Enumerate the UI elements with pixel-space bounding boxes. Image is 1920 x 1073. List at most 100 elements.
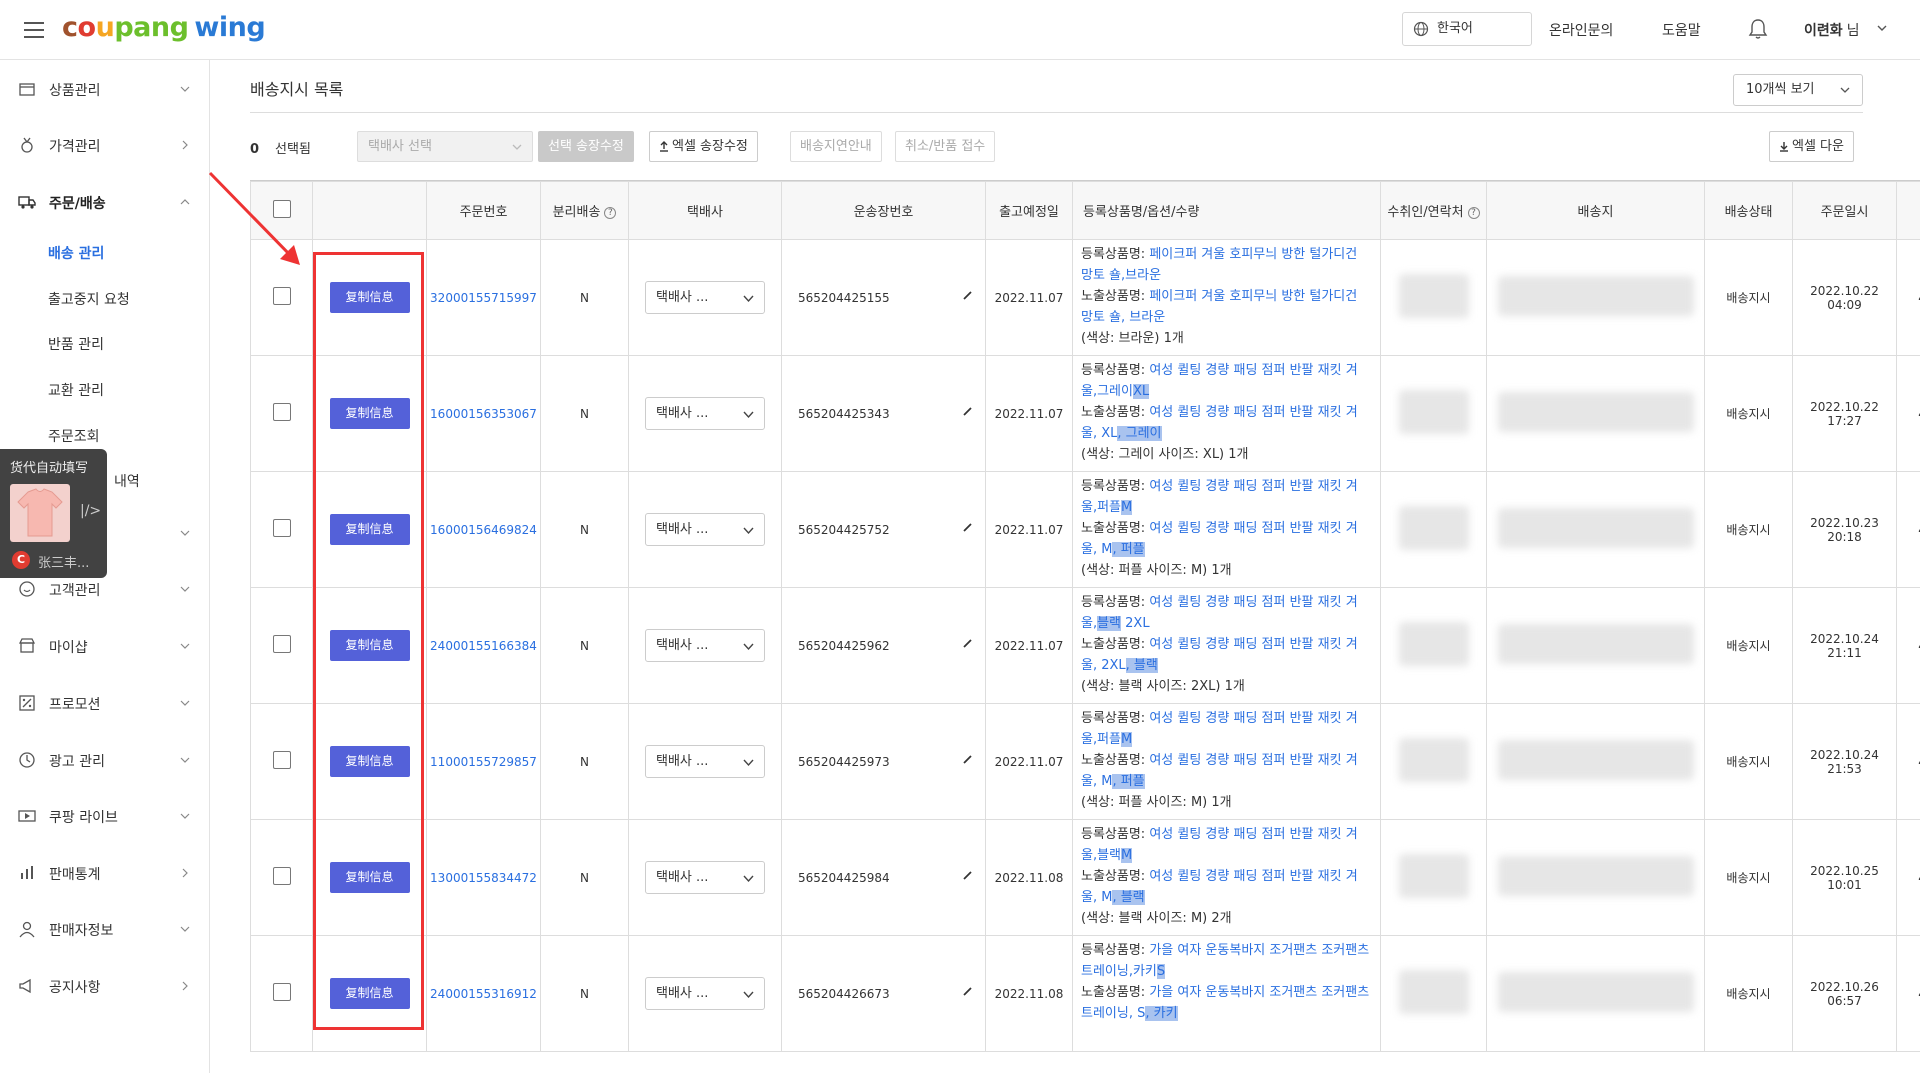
auto-fill-widget[interactable]: 货代自动填写 |/> C 张三丰... [0,449,107,578]
sidebar-item-sales-stats[interactable]: 판매통계 [0,853,209,893]
sidebar-sub-stop-shipment[interactable]: 출고중지 요청 [48,289,130,309]
sidebar-sub-history[interactable]: 내역 [114,471,140,491]
carrier-select[interactable]: 택배사 선택 [357,131,533,162]
order-date-cell: 2022.10.25 10:01 [1792,819,1897,936]
carrier-dropdown[interactable]: 택배사 ... [645,281,765,314]
chevron-down-icon [743,411,754,419]
row-checkbox[interactable] [272,635,291,653]
carrier-dropdown[interactable]: 택배사 ... [645,745,765,778]
carrier-cell: 택배사 ... [628,587,782,704]
row-checkbox[interactable] [272,983,291,1001]
recipient-cell [1380,355,1487,472]
pencil-icon[interactable] [962,986,973,997]
sidebar-sub-returns[interactable]: 반품 관리 [48,334,104,354]
excel-edit-waybill-button[interactable]: 엑셀 송장수정 [649,131,758,162]
user-menu[interactable]: 이련화 님 [1804,20,1860,40]
sidebar-item-products[interactable]: 상품관리 [0,69,209,109]
bundle-cell: 4076 [1896,239,1920,356]
bell-icon[interactable] [1748,18,1768,40]
order-number-link[interactable]: 11000155729857 [430,755,537,769]
per-page-select[interactable]: 10개씩 보기 [1733,74,1863,106]
select-cell [250,471,313,588]
sidebar-item-notice[interactable]: 공지사항 [0,966,209,1006]
carrier-dropdown[interactable]: 택배사 ... [645,513,765,546]
help-icon[interactable]: ? [1467,206,1480,219]
box-icon [19,83,35,96]
recipient-cell [1380,935,1487,1052]
cancel-return-button[interactable]: 취소/반품 접수 [895,131,996,162]
header-waybill: 운송장번호 [781,181,986,240]
carrier-dropdown[interactable]: 택배사 ... [645,629,765,662]
order-number-link[interactable]: 24000155316912 [430,987,537,1001]
row-checkbox[interactable] [272,403,291,421]
pencil-icon[interactable] [962,406,973,417]
sidebar-item-seller-info[interactable]: 판매자정보 [0,909,209,949]
help-link[interactable]: 도움말 [1662,20,1701,40]
sidebar-item-promotion[interactable]: 프로모션 [0,683,209,723]
truck-icon [18,196,36,209]
pencil-icon[interactable] [962,522,973,533]
order-date-cell: 2022.10.23 20:18 [1792,471,1897,588]
sidebar-item-order-shipping[interactable]: 주문/배송 [0,182,209,222]
delay-notice-button[interactable]: 배송지연안내 [790,131,882,162]
sidebar-sub-exchanges[interactable]: 교환 관리 [48,380,104,400]
chevron-down-icon [1840,87,1850,93]
sidebar-item-ads[interactable]: 광고 관리 [0,740,209,780]
order-number-link[interactable]: 24000155166384 [430,639,537,653]
chevron-down-icon [180,643,190,649]
split-cell: N [540,935,629,1052]
carrier-dropdown[interactable]: 택배사 ... [645,861,765,894]
header-recipient: 수취인/연락처? [1380,181,1487,240]
carrier-dropdown[interactable]: 택배사 ... [645,397,765,430]
order-number-link[interactable]: 16000156469824 [430,523,537,537]
online-inquiry-link[interactable]: 온라인문의 [1549,20,1613,40]
bulk-edit-waybill-button[interactable]: 선택 송장수정 [538,131,634,162]
product-cell: 등록상품명: 여성 퀼팅 경량 패딩 점퍼 반팔 재킷 겨울,블랙M 노출상품명:… [1072,819,1381,936]
bundle-cell: 4087 [1896,819,1920,936]
redacted-address [1497,392,1694,432]
table-row: 复制信息 16000156353067 N 택배사 ... 565204425343 20… [250,355,1920,472]
row-checkbox[interactable] [272,867,291,885]
pencil-icon[interactable] [962,290,973,301]
excel-download-button[interactable]: 엑셀 다운 [1769,131,1854,162]
option-quantity: (색상: 브라운) 1개 [1081,331,1184,346]
sidebar-sub-shipping-management[interactable]: 배송 관리 [48,243,104,263]
header-order-no: 주문번호 [426,181,541,240]
status-cell: 배송지시 [1704,355,1793,472]
bundle-cell: 4091 [1896,935,1920,1052]
sidebar-item-myshop[interactable]: 마이샵 [0,626,209,666]
header-carrier: 택배사 [628,181,782,240]
coupang-wing-logo[interactable]: coupang wing [62,12,266,43]
row-checkbox[interactable] [272,287,291,305]
select-cell [250,819,313,936]
product-thumbnail[interactable] [10,484,70,542]
language-select[interactable]: 한국어 [1402,12,1532,46]
expand-icon[interactable]: |/> [80,503,101,519]
help-icon[interactable]: ? [604,206,617,219]
chevron-down-icon [743,295,754,303]
divider [250,112,1863,113]
carrier-dropdown[interactable]: 택배사 ... [645,977,765,1010]
widget-user: 张三丰... [38,556,90,571]
row-checkbox[interactable] [272,751,291,769]
chevron-down-icon[interactable] [1876,22,1888,34]
redacted-address [1497,856,1694,896]
sidebar-item-price[interactable]: 가격관리 [0,125,209,165]
sidebar-item-coupang-live[interactable]: 쿠팡 라이브 [0,796,209,836]
table-row: 复制信息 24000155316912 N 택배사 ... 565204426673 20… [250,935,1920,1052]
order-number-link[interactable]: 16000156353067 [430,407,537,421]
order-number-link[interactable]: 32000155715997 [430,291,537,305]
pencil-icon[interactable] [962,870,973,881]
sidebar-sub-order-search[interactable]: 주문조회 [48,426,100,446]
row-checkbox[interactable] [272,519,291,537]
order-number-link[interactable]: 13000155834472 [430,871,537,885]
pencil-icon[interactable] [962,754,973,765]
option-quantity: (색상: 그레이 사이즈: XL) 1개 [1081,447,1249,462]
smile-icon [19,581,35,597]
pencil-icon[interactable] [962,638,973,649]
recipient-cell [1380,819,1487,936]
bundle-cell: 4086 [1896,703,1920,820]
header-product: 등록상품명/옵션/수량 [1072,181,1381,240]
menu-icon[interactable] [24,22,44,38]
redacted-recipient [1398,622,1469,666]
